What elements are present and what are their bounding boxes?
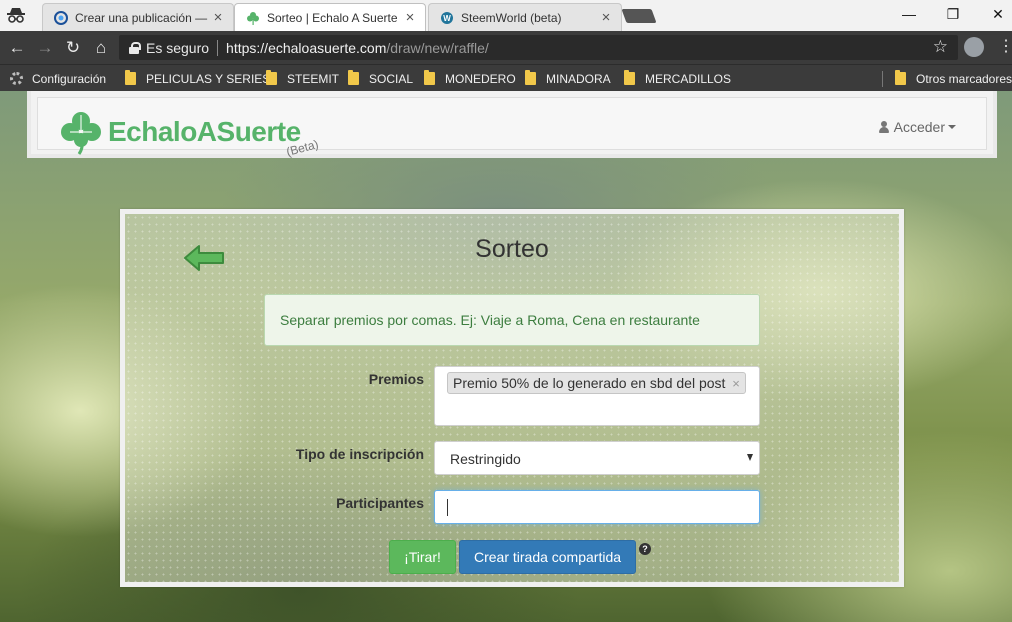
login-dropdown[interactable]: Acceder (878, 119, 956, 135)
bookmark-label: MONEDERO (445, 71, 516, 86)
select-arrow-icon (747, 454, 753, 461)
folder-icon (348, 70, 359, 85)
incognito-icon (7, 8, 25, 23)
bookmark-steemit[interactable]: STEEMIT (266, 69, 339, 88)
prize-tag-text: Premio 50% de lo generado en sbd del pos… (453, 375, 726, 391)
wordpress-icon: W (439, 10, 455, 26)
lock-icon (128, 41, 141, 54)
tab-close-icon[interactable]: × (403, 10, 417, 25)
bookmark-label: Otros marcadores (916, 71, 1012, 86)
back-icon[interactable]: ← (6, 37, 28, 59)
folder-icon (525, 70, 536, 85)
registration-type-label: Tipo de inscripción (295, 446, 424, 462)
prize-tag: Premio 50% de lo generado en sbd del pos… (447, 372, 746, 394)
bookmark-label: MINADORA (546, 71, 611, 86)
bookmark-label: STEEMIT (287, 71, 340, 86)
prizes-label: Premios (368, 371, 424, 387)
participants-input[interactable] (434, 490, 760, 524)
toss-button[interactable]: ¡Tirar! (389, 540, 456, 574)
steemit-icon (53, 10, 69, 26)
clover-icon (245, 10, 261, 26)
create-shared-button[interactable]: Crear tirada compartida (459, 540, 636, 574)
brand-name: EchaloASuerte (108, 116, 301, 147)
registration-type-value: Restringido (450, 451, 521, 467)
bookmark-label: MERCADILLOS (645, 71, 732, 86)
folder-icon (125, 70, 136, 85)
registration-type-select[interactable]: Restringido (434, 441, 760, 475)
browser-menu-icon[interactable]: ⋮ (998, 37, 1012, 57)
help-icon[interactable]: ? (639, 543, 651, 555)
bookmark-peliculas-y-series[interactable]: PELICULAS Y SERIES (125, 69, 270, 88)
bookmark-label: SOCIAL (369, 71, 414, 86)
reload-icon[interactable]: ↻ (62, 37, 84, 59)
tab-title: Sorteo | Echalo A Suerte (267, 10, 398, 25)
folder-icon (424, 70, 435, 85)
text-cursor (447, 499, 448, 516)
forward-icon[interactable]: → (34, 37, 56, 59)
user-icon (878, 121, 889, 133)
remove-tag-icon[interactable]: × (727, 376, 745, 391)
svg-text:W: W (443, 14, 451, 23)
caret-down-icon (948, 125, 956, 129)
bookmark-label: PELICULAS Y SERIES (146, 71, 271, 86)
prizes-input[interactable]: Premio 50% de lo generado en sbd del pos… (434, 366, 760, 426)
site-navbar: EchaloASuerte (Beta) Acceder (27, 91, 997, 159)
page-title: Sorteo (475, 235, 549, 263)
site-brand[interactable]: EchaloASuerte (Beta) (58, 107, 328, 159)
bookmark-label: Configuración (32, 71, 107, 86)
tab-title: SteemWorld (beta) (461, 10, 562, 25)
bookmarks-divider (882, 71, 883, 87)
extension-icon[interactable] (964, 37, 984, 57)
close-window-button[interactable]: ✕ (986, 4, 1010, 24)
bookmark-configuracion[interactable]: Configuración (10, 69, 106, 88)
tab-close-icon[interactable]: × (599, 10, 613, 25)
url-host: https://echaloasuerte.com (226, 39, 387, 56)
raffle-card: Sorteo Separar premios por comas. Ej: Vi… (120, 209, 904, 587)
tab-close-icon[interactable]: × (211, 10, 225, 25)
url-path: /draw/new/raffle/ (386, 39, 489, 56)
folder-icon (895, 70, 906, 85)
browser-toolbar: ← → ↻ ⌂ Es seguro https://echaloasuerte.… (0, 31, 1012, 64)
bookmark-monedero[interactable]: MONEDERO (424, 69, 516, 88)
folder-icon (624, 70, 635, 85)
participants-label: Participantes (336, 495, 424, 511)
navbar-inner: EchaloASuerte (Beta) Acceder (37, 97, 987, 159)
login-label: Acceder (893, 119, 945, 135)
bookmark-star-icon[interactable]: ☆ (933, 37, 948, 57)
tab-crear-publicacion[interactable]: Crear una publicación — × (42, 3, 234, 31)
clover-logo-icon (61, 112, 101, 155)
folder-icon (266, 70, 277, 85)
address-bar[interactable]: Es seguro https://echaloasuerte.com /dra… (119, 35, 958, 60)
browser-tab-bar: Crear una publicación — × Sorteo | Echal… (0, 0, 1012, 31)
tab-title: Crear una publicación — (75, 10, 208, 25)
minimize-button[interactable]: — (897, 4, 921, 24)
bookmarks-bar: Configuración PELICULAS Y SERIES STEEMIT… (0, 64, 1012, 91)
page-background: EchaloASuerte (Beta) Acceder Sorteo Sepa… (0, 91, 1012, 622)
omnibox-divider (217, 39, 219, 56)
bookmark-mercadillos[interactable]: MERCADILLOS (624, 69, 731, 88)
bookmark-otros-marcadores[interactable]: Otros marcadores (895, 69, 1012, 88)
tab-steemworld[interactable]: W SteemWorld (beta) × (428, 3, 622, 31)
help-alert: Separar premios por comas. Ej: Viaje a R… (264, 294, 760, 346)
security-label: Es seguro (146, 39, 210, 56)
restore-button[interactable]: ❐ (941, 4, 965, 24)
bookmark-minadora[interactable]: MINADORA (525, 69, 611, 88)
home-icon[interactable]: ⌂ (90, 37, 112, 59)
new-tab-button[interactable] (621, 9, 657, 23)
tab-sorteo[interactable]: Sorteo | Echalo A Suerte × (234, 3, 426, 31)
bookmark-social[interactable]: SOCIAL (348, 69, 413, 88)
gear-icon (10, 72, 23, 85)
